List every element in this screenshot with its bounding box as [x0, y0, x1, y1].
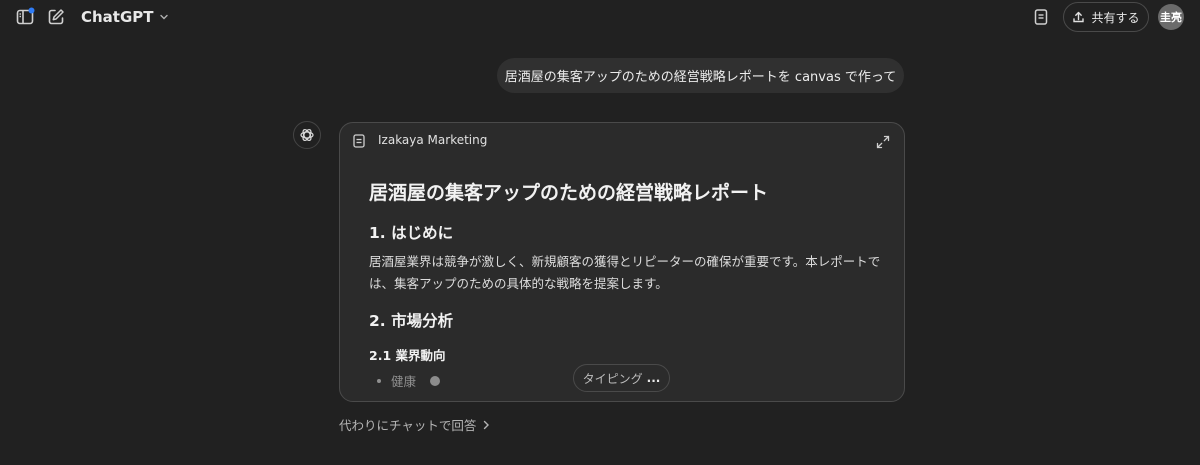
canvas-title: Izakaya Marketing — [378, 133, 488, 147]
typing-indicator: タイピング ... — [573, 364, 670, 392]
model-name: ChatGPT — [81, 8, 154, 26]
bullet-icon — [377, 378, 381, 383]
expand-canvas-button[interactable] — [876, 134, 890, 149]
expand-icon — [876, 135, 890, 149]
section-heading-market: 2. 市場分析 — [369, 312, 454, 330]
chat-instead-link[interactable]: 代わりにチャットで回答 — [339, 415, 490, 434]
new-chat-button[interactable] — [45, 6, 67, 28]
assistant-avatar — [293, 121, 321, 149]
typing-status-text: タイピング — [582, 371, 643, 386]
sidebar-toggle-icon — [16, 7, 35, 25]
subsection-heading-trends: 2.1 業界動向 — [369, 348, 446, 363]
canvas-header: Izakaya Marketing — [340, 123, 904, 159]
document-icon — [1034, 9, 1048, 25]
notification-dot — [28, 7, 35, 14]
avatar-initials: 圭亮 — [1160, 11, 1182, 24]
chevron-right-icon — [484, 420, 490, 429]
typing-cursor-icon — [430, 375, 441, 386]
intro-paragraph: 居酒屋業界は競争が激しく、新規顧客の獲得とリピーターの確保が重要です。本レポート… — [369, 254, 881, 291]
sidebar-toggle-button[interactable] — [14, 6, 36, 28]
section-heading-intro: 1. はじめに — [369, 224, 454, 242]
document-icon — [353, 134, 365, 148]
list-item-text: 健康 — [391, 374, 417, 389]
new-chat-icon — [48, 9, 64, 25]
openai-logo-icon — [300, 128, 314, 142]
share-button[interactable]: 共有する — [1063, 2, 1149, 32]
user-avatar[interactable]: 圭亮 — [1158, 4, 1184, 30]
canvas-card[interactable]: Izakaya Marketing 居酒屋の集客アップのための経営戦略レポート … — [339, 122, 905, 402]
chevron-down-icon — [159, 14, 168, 20]
share-upload-icon — [1073, 11, 1085, 22]
share-label: 共有する — [1091, 10, 1140, 25]
model-selector[interactable]: ChatGPT — [81, 7, 169, 27]
document-title: 居酒屋の集客アップのための経営戦略レポート — [369, 182, 769, 204]
list-item: 健康 — [377, 371, 441, 390]
canvas-document-button[interactable] — [1030, 6, 1052, 28]
top-bar: ChatGPT 共有する 圭亮 — [0, 0, 1200, 34]
user-message-bubble: 居酒屋の集客アップのための経営戦略レポートを canvas で作って — [497, 58, 904, 93]
typing-dots: ... — [646, 371, 661, 385]
chat-instead-label: 代わりにチャットで回答 — [339, 418, 477, 433]
user-message-text: 居酒屋の集客アップのための経営戦略レポートを canvas で作って — [504, 70, 897, 85]
